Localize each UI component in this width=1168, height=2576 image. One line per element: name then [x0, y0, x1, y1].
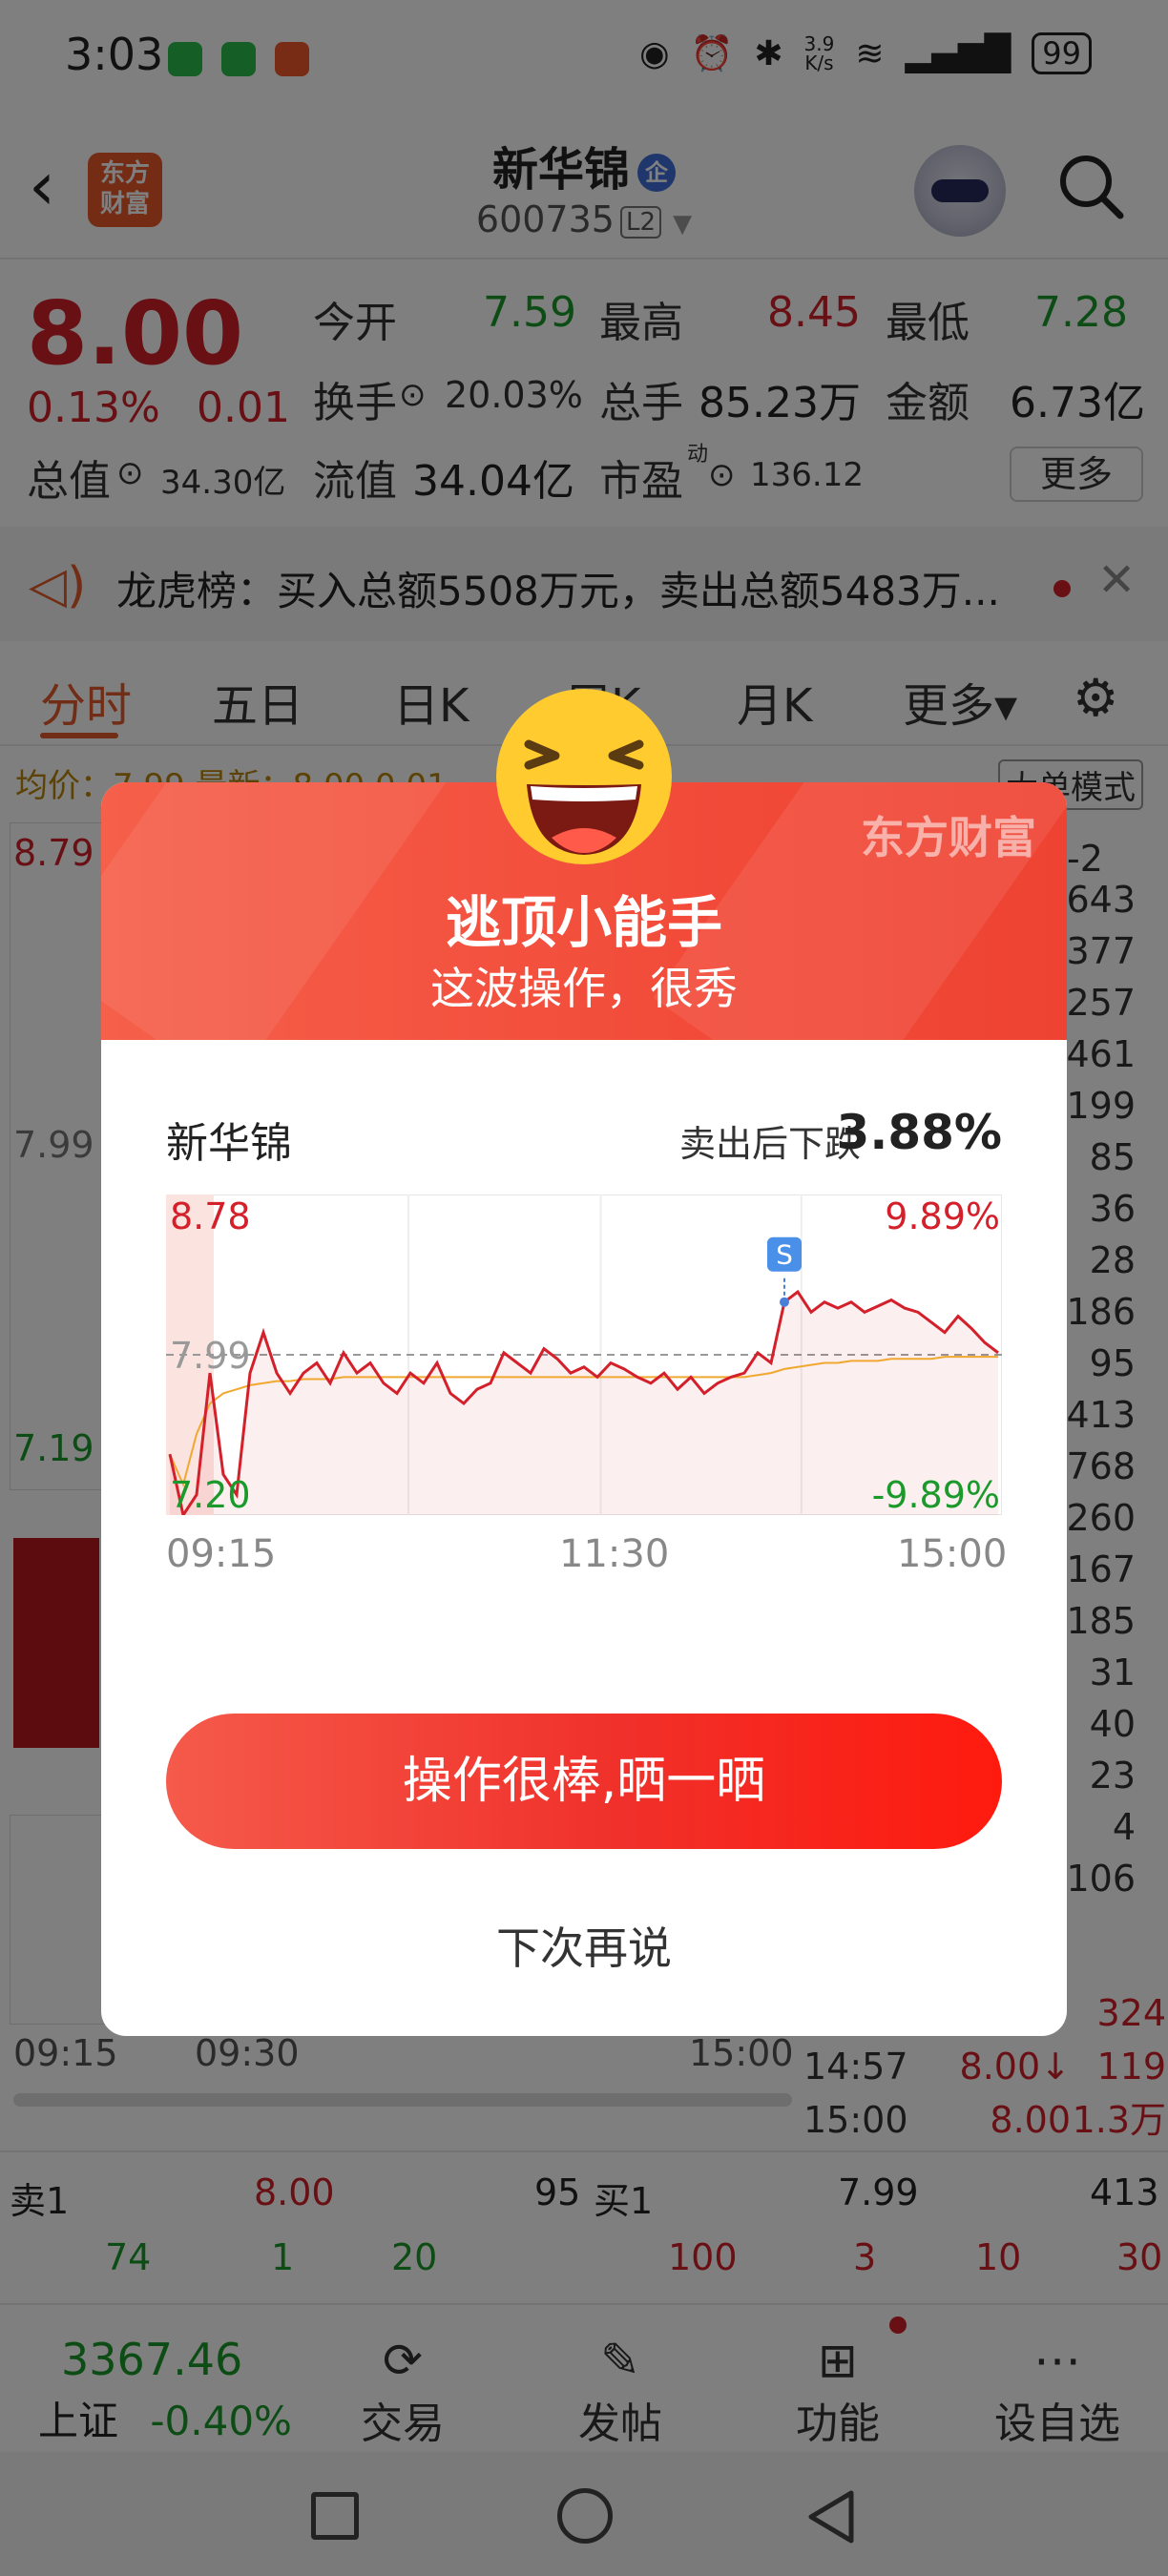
y-axis-top-label: 8.78	[170, 1195, 251, 1237]
y-axis-mid-label: 7.99	[170, 1335, 251, 1377]
sell-marker-label: S	[776, 1239, 793, 1271]
y-axis-bottom-label: 7.20	[170, 1474, 251, 1515]
eastmoney-watermark: 东方财富	[861, 812, 1036, 863]
dialog-stock-name: 新华锦	[166, 1119, 292, 1168]
dialog-subtitle: 这波操作，很秀	[430, 963, 738, 1014]
intraday-mini-chart: S 8.78 7.99 7.20 9.89% -9.89%	[166, 1195, 1002, 1515]
y-axis-right-top-label: 9.89%	[885, 1195, 1000, 1237]
drop-after-sell-label: 卖出后下跌	[678, 1123, 861, 1165]
dialog-title: 逃顶小能手	[445, 890, 722, 955]
laughing-emoji-icon	[496, 689, 672, 864]
achievement-dialog: 东方财富 逃顶小能手 这波操作，很秀 新华锦 卖出后下跌 3.88% S 8.78…	[101, 782, 1067, 2036]
x-tick-label: 11:30	[559, 1532, 670, 1576]
x-tick-label: 15:00	[897, 1532, 1008, 1576]
drop-after-sell-value: 3.88%	[836, 1105, 1002, 1160]
share-button[interactable]: 操作很棒,晒一晒	[166, 1714, 1002, 1849]
sell-point	[780, 1297, 789, 1307]
later-button[interactable]: 下次再说	[101, 1914, 1067, 1977]
x-tick-label: 09:15	[166, 1532, 277, 1576]
y-axis-right-bottom-label: -9.89%	[872, 1474, 1000, 1515]
